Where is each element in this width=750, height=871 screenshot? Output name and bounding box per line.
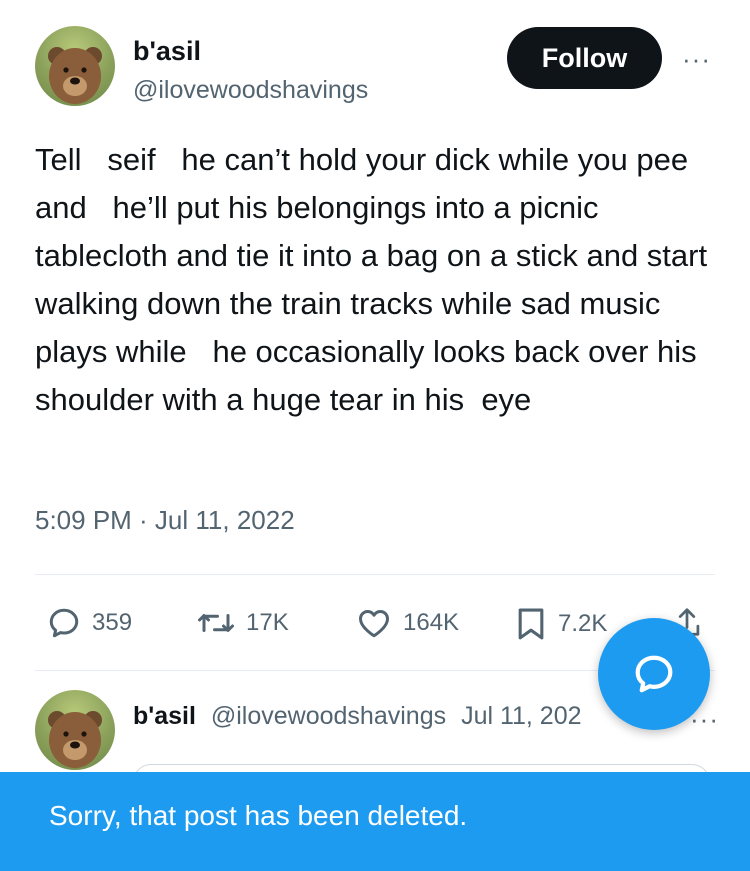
retweet-count: 17K xyxy=(246,609,289,636)
compose-reply-button[interactable] xyxy=(598,618,710,730)
bear-avatar-image xyxy=(48,47,102,104)
compose-reply-icon xyxy=(635,655,673,693)
reply-icon xyxy=(49,608,79,638)
retweet-icon xyxy=(198,614,234,632)
author-handle[interactable]: @ilovewoodshavings xyxy=(133,76,368,105)
reply-button[interactable]: 359 xyxy=(46,605,132,641)
reply-author-avatar[interactable] xyxy=(35,690,115,770)
bookmark-count: 7.2K xyxy=(558,610,608,637)
reply-date[interactable]: Jul 11, 202 xyxy=(461,702,581,730)
tweet-timestamp[interactable]: 5:09 PM · Jul 11, 2022 xyxy=(35,505,295,536)
retweet-button[interactable]: 17K xyxy=(196,605,289,641)
bookmark-icon xyxy=(518,608,544,640)
tweet-text: Tell seif he can’t hold your dick while … xyxy=(35,142,716,417)
like-button[interactable]: 164K xyxy=(355,605,459,641)
reply-header: b'asil @ilovewoodshavings Jul 11, 202 xyxy=(133,702,582,731)
author-avatar[interactable] xyxy=(35,26,115,106)
more-options-icon[interactable]: ··· xyxy=(682,44,711,75)
reply-author-name[interactable]: b'asil xyxy=(133,702,196,730)
author-name[interactable]: b'asil xyxy=(133,36,201,67)
reply-author-handle[interactable]: @ilovewoodshavings xyxy=(211,702,446,730)
follow-button[interactable]: Follow xyxy=(507,27,662,89)
bear-avatar-image xyxy=(48,711,102,768)
heart-icon xyxy=(359,609,389,638)
bookmark-button[interactable]: 7.2K xyxy=(514,605,607,643)
like-count: 164K xyxy=(403,609,460,636)
deleted-post-message: Sorry, that post has been deleted. xyxy=(49,800,468,831)
reply-count: 359 xyxy=(92,609,133,636)
divider xyxy=(35,574,715,575)
